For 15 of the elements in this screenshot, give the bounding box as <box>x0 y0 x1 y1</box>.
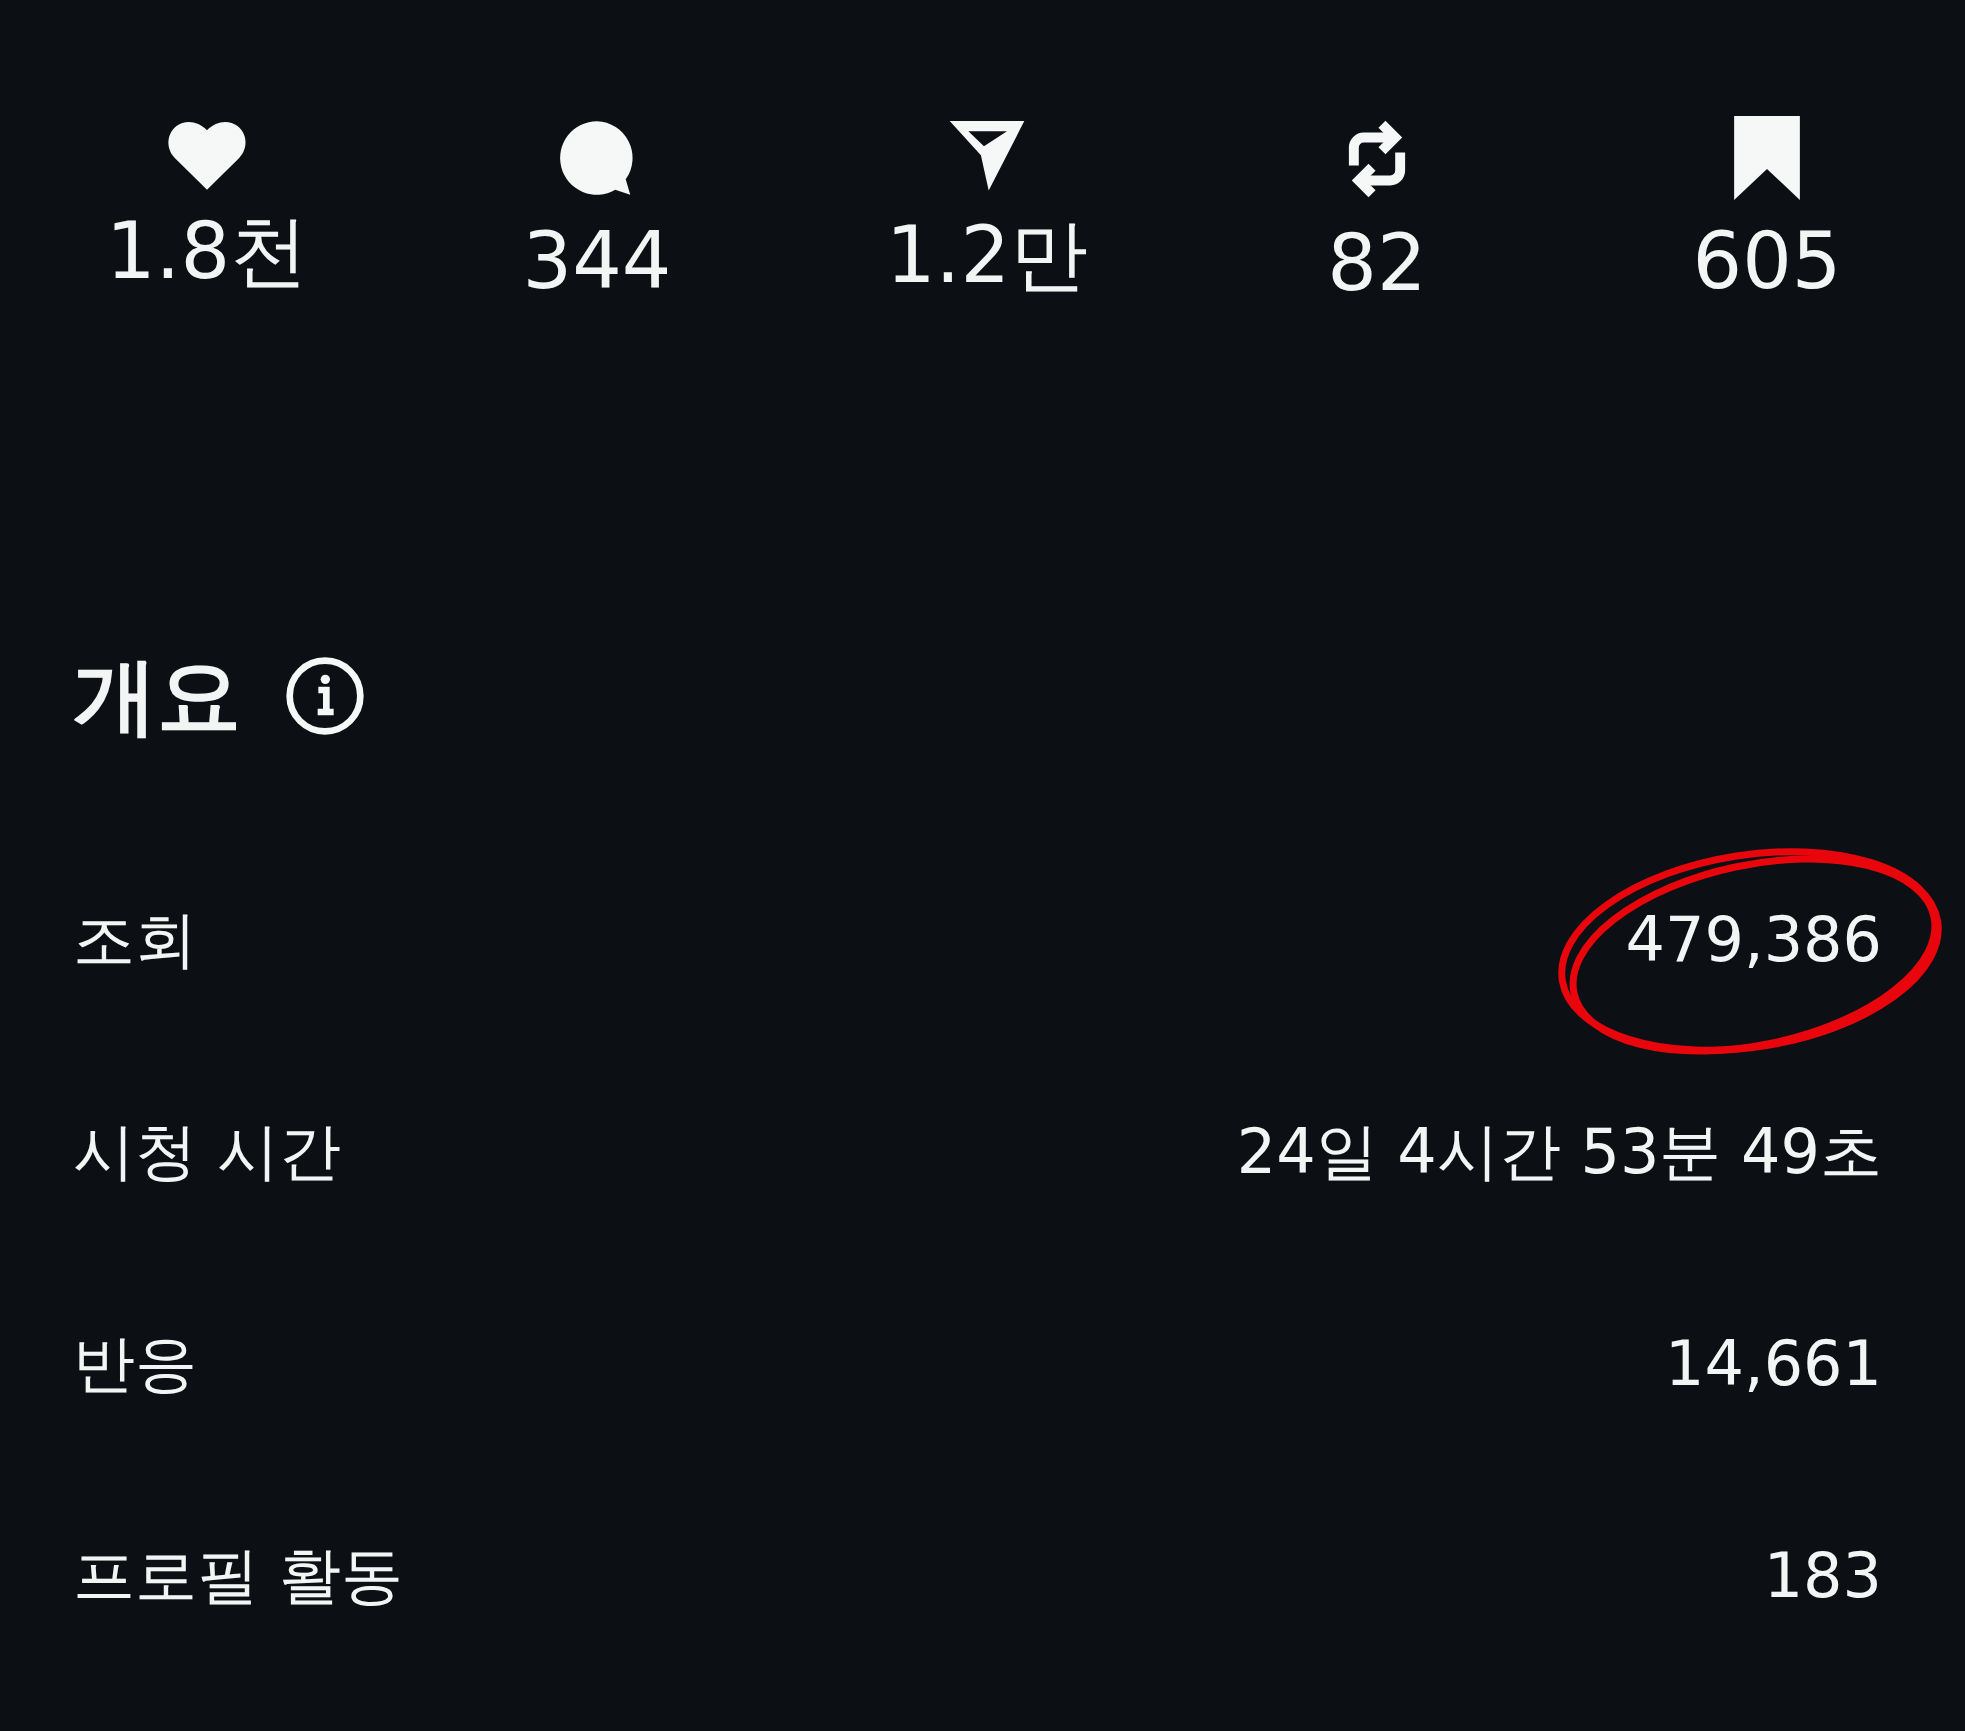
metric-label: 조회 <box>73 909 197 971</box>
metric-value: 24일 4시간 53분 49초 <box>1236 1121 1882 1183</box>
stat-count: 82 <box>1327 224 1427 302</box>
stat-count: 1.2만 <box>885 216 1088 294</box>
metric-value: 479,386 <box>1625 909 1882 971</box>
stat-count: 1.8천 <box>105 212 308 290</box>
stat-count: 605 <box>1692 222 1842 300</box>
stat-count: 344 <box>522 222 672 300</box>
section-title: 개요 <box>73 654 241 738</box>
metric-label: 프로필 활동 <box>73 1545 403 1607</box>
info-icon[interactable] <box>285 656 365 736</box>
metric-value: 14,661 <box>1665 1333 1882 1395</box>
metric-label: 시청 시간 <box>73 1121 341 1183</box>
metric-label: 반응 <box>73 1333 197 1395</box>
metric-value: 183 <box>1763 1545 1882 1607</box>
